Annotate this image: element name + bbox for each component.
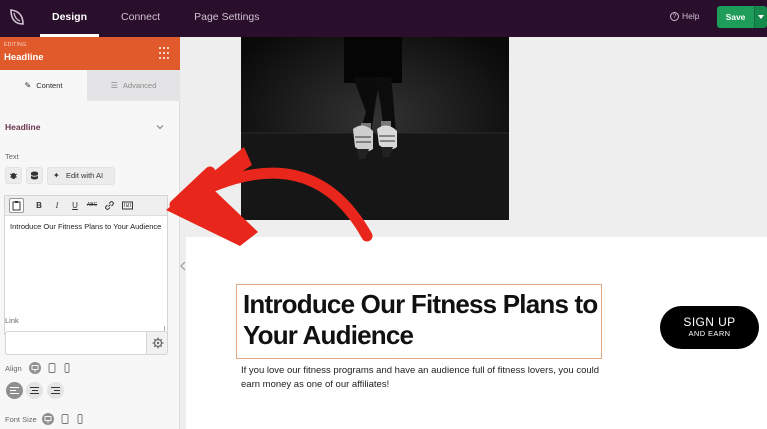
link-input[interactable]	[5, 331, 147, 355]
seedprod-logo[interactable]	[6, 6, 28, 28]
settings-panel: EDITING Headline ✎ Content ☰ Advanced Head…	[0, 37, 180, 429]
sliders-icon: ☰	[110, 81, 118, 90]
photo-illustration	[241, 37, 509, 220]
panel-tabs: ✎ Content ☰ Advanced	[0, 70, 180, 101]
font-size-mobile-icon[interactable]	[74, 413, 86, 425]
align-label: Align	[5, 364, 22, 373]
help-label: Help	[682, 11, 700, 21]
desktop-icon[interactable]	[29, 362, 41, 374]
align-left-button[interactable]	[6, 382, 23, 399]
editor-toolbar: B I U ABC	[5, 196, 167, 216]
database-icon-button[interactable]	[26, 167, 43, 184]
top-nav: Design Connect Page Settings	[40, 0, 272, 37]
save-button[interactable]: Save	[717, 6, 754, 28]
font-size-tablet-icon[interactable]	[59, 413, 71, 425]
question-icon: ?	[670, 11, 679, 21]
tablet-icon[interactable]	[46, 362, 58, 374]
text-label: Text	[5, 152, 19, 161]
tab-advanced[interactable]: ☰ Advanced	[87, 70, 180, 101]
section-title[interactable]: Headline	[5, 122, 40, 132]
clipboard-icon[interactable]	[9, 198, 24, 213]
panel-title: Headline	[4, 52, 44, 63]
tab-design[interactable]: Design	[40, 0, 100, 37]
bug-icon-button[interactable]	[5, 167, 22, 184]
editing-eyebrow: EDITING	[4, 42, 27, 48]
cta-line-2: AND EARN	[688, 329, 731, 338]
pencil-icon: ✎	[24, 81, 32, 90]
save-options-caret-icon[interactable]	[754, 6, 767, 28]
tab-page-settings[interactable]: Page Settings	[182, 0, 271, 37]
link-settings-button[interactable]	[146, 331, 168, 355]
font-size-desktop-icon[interactable]	[42, 413, 54, 425]
align-right-button[interactable]	[47, 382, 64, 399]
edit-with-ai-label: Edit with AI	[66, 171, 104, 180]
chevron-down-icon[interactable]	[156, 123, 164, 131]
fitness-photo[interactable]	[241, 37, 509, 220]
cta-line-1: SIGN UP	[683, 315, 736, 329]
bug-icon	[9, 173, 18, 179]
page-builder: Design Connect Page Settings ? Help Save	[0, 0, 767, 429]
italic-button[interactable]: I	[51, 200, 63, 211]
editor-content[interactable]: Introduce Our Fitness Plans to Your Audi…	[10, 222, 162, 232]
link-label: Link	[5, 316, 19, 325]
help-link[interactable]: ? Help	[670, 11, 699, 21]
tab-connect[interactable]: Connect	[109, 0, 172, 37]
underline-button[interactable]: U	[69, 200, 81, 211]
text-editor[interactable]: B I U ABC Introduce Our Fitness Plans to…	[4, 195, 168, 335]
edit-with-ai-button[interactable]: ✦ Edit with AI	[47, 167, 115, 185]
tab-advanced-label: Advanced	[122, 81, 157, 90]
align-center-button[interactable]	[26, 382, 43, 399]
link-icon[interactable]	[103, 200, 115, 214]
sparkle-icon: ✦	[53, 171, 60, 180]
font-size-label: Font Size	[5, 415, 37, 424]
database-icon	[30, 171, 39, 180]
sign-up-button[interactable]: SIGN UP AND EARN	[660, 306, 759, 349]
bold-button[interactable]: B	[33, 200, 45, 211]
canvas-headline[interactable]: Introduce Our Fitness Plans to Your Audi…	[243, 289, 599, 351]
top-bar: Design Connect Page Settings ? Help Save	[0, 0, 767, 37]
headline-block[interactable]: Introduce Our Fitness Plans to Your Audi…	[236, 284, 602, 359]
tab-content-label: Content	[36, 81, 63, 90]
save-group: Save	[717, 6, 767, 28]
drag-grip-icon[interactable]	[158, 47, 170, 59]
tab-content[interactable]: ✎ Content	[0, 70, 87, 101]
mobile-icon[interactable]	[61, 362, 73, 374]
gear-icon	[152, 337, 164, 349]
strikethrough-button[interactable]: ABC	[85, 200, 99, 211]
collapse-panel-icon[interactable]	[180, 261, 186, 271]
keyboard-icon[interactable]	[121, 200, 133, 214]
panel-header: EDITING Headline	[0, 37, 180, 70]
canvas-paragraph[interactable]: If you love our fitness programs and hav…	[241, 364, 601, 391]
